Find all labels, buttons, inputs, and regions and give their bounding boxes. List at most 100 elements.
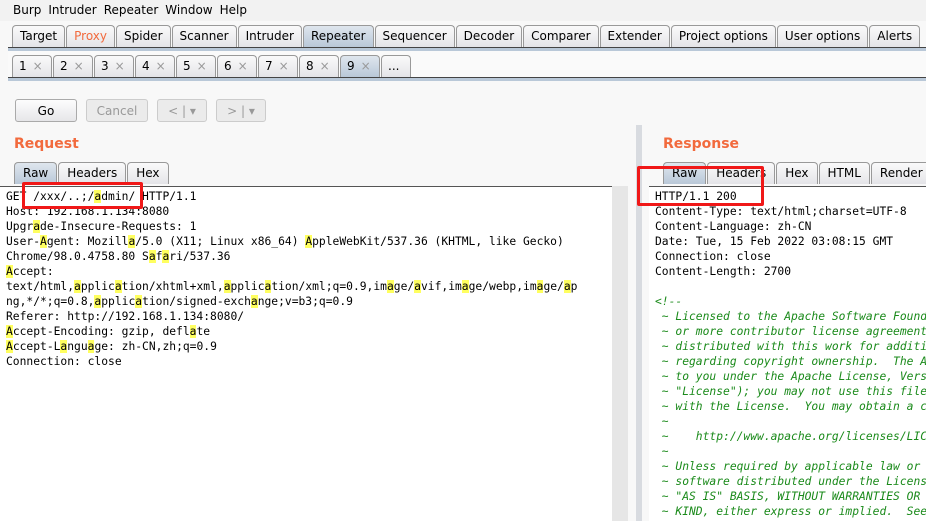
search-highlight: A [40,235,47,248]
request-line: Chrome/98.0.4758.80 Safari/537.36 [6,249,606,264]
repeater-tab-new[interactable]: ... [381,55,411,77]
tab-label: 7 [265,59,273,73]
response-tab-html[interactable]: HTML [818,162,870,184]
request-line: Upgrade-Insecure-Requests: 1 [6,219,606,234]
text-segment: ge/webp,im [468,280,537,293]
text-segment: tion/xml;q=0.9,im [271,280,387,293]
text-segment: ge/ [393,280,415,293]
text-segment: /5.0 (X11; Linux x86_64) [135,235,306,248]
repeater-tab-4[interactable]: 4 × [135,55,175,77]
tab-target[interactable]: Target [12,25,66,47]
response-body-line: ~ KIND, either express or implied. See t… [655,505,926,518]
tab-intruder[interactable]: Intruder [237,25,302,47]
repeater-tabs: 1 × 2 × 3 × 4 × 5 × 6 × 7 × 8 × 9 ×... [12,55,412,77]
response-body-line: ~ http://www.apache.org/licenses/LICE [655,430,926,443]
text-segment: tion/signed-exch [142,295,251,308]
search-highlight: a [223,280,231,293]
repeater-tab-1[interactable]: 1 × [12,55,52,77]
text-segment: Connection: close [6,355,122,368]
repeater-tab-6[interactable]: 6 × [217,55,257,77]
tab-spider[interactable]: Spider [116,25,171,47]
search-highlight: a [414,280,421,293]
search-highlight: A [6,325,13,338]
text-segment: ccept-L [12,340,61,353]
response-body-line: <!-- [655,295,683,308]
text-segment: ngu [67,340,88,353]
tab-label: 3 [101,59,109,73]
tab-alerts[interactable]: Alerts [869,25,921,47]
text-segment: de-Insecure-Requests: 1 [40,220,197,233]
tab-scanner[interactable]: Scanner [171,25,237,47]
repeater-tab-2[interactable]: 2 × [53,55,93,77]
request-tab-raw[interactable]: Raw [14,162,58,184]
text-segment: Referer: http://192.168.1.134:8080/ [6,310,245,323]
text-segment: Chrome/98.0.4758.80 S [6,250,149,263]
repeater-tab-9[interactable]: 9 × [340,55,380,77]
text-segment: ge: zh-CN,zh;q=0.9 [94,340,217,353]
search-highlight: a [33,220,41,233]
cancel-button[interactable]: Cancel [86,99,148,122]
menu-burp[interactable]: Burp [10,0,45,21]
request-view-tabs: Raw Headers Hex [14,162,170,184]
tab-sequencer[interactable]: Sequencer [374,25,455,47]
response-tab-render[interactable]: Render [870,162,926,184]
response-body-line: ~ [655,445,669,458]
response-editor[interactable]: HTTP/1.1 200 Content-Type: text/html;char… [649,186,926,521]
tab-label: 5 [183,59,191,73]
menu-bar: Burp Intruder Repeater Window Help [0,0,926,21]
annotation-box-response-status [637,166,764,206]
tab-label: 6 [224,59,232,73]
repeater-tab-7[interactable]: 7 × [258,55,298,77]
forward-button[interactable]: > | ▾ [216,99,266,122]
text-segment: tion/xhtml+xml, [121,280,224,293]
text-segment: ge/ [543,280,564,293]
repeater-tab-5[interactable]: 5 × [176,55,216,77]
text-segment: p [570,280,578,293]
menu-window[interactable]: Window [162,0,216,21]
text-segment: te [196,325,211,338]
menu-help[interactable]: Help [217,0,251,21]
request-scrollbar[interactable] [612,186,628,521]
menu-repeater[interactable]: Repeater [101,0,163,21]
tab-repeater[interactable]: Repeater [302,25,374,47]
response-body-line: ~ software distributed under the License… [655,475,926,488]
close-icon[interactable]: × [115,59,125,73]
close-icon[interactable]: × [320,59,330,73]
request-line: Connection: close [6,354,606,369]
menu-intruder[interactable]: Intruder [45,0,100,21]
tab-extender[interactable]: Extender [599,25,670,47]
request-line: Accept-Encoding: gzip, deflate [6,324,606,339]
response-body-line: ~ with the License. You may obtain a cop… [661,400,926,413]
tab-comparer[interactable]: Comparer [523,25,599,47]
go-button[interactable]: Go [15,99,77,122]
response-tab-hex[interactable]: Hex [776,162,818,184]
repeater-tab-8[interactable]: 8 × [299,55,339,77]
close-icon[interactable]: × [156,59,166,73]
search-highlight: a [563,280,571,293]
tab-proxy[interactable]: Proxy [66,25,115,47]
tab-decoder[interactable]: Decoder [455,25,523,47]
close-icon[interactable]: × [74,59,84,73]
repeater-tab-3[interactable]: 3 × [94,55,134,77]
text-segment: gent: Mozill [46,235,129,248]
search-highlight: a [386,280,394,293]
request-editor[interactable]: GET /xxx/..;/admin/ HTTP/1.1 Host: 192.16… [0,186,612,521]
tab-user-options[interactable]: User options [776,25,869,47]
back-button[interactable]: < | ▾ [157,99,207,122]
text-segment: pplic [101,295,136,308]
close-icon[interactable]: × [197,59,207,73]
response-header-line: Content-Language: zh-CN [655,220,812,233]
request-tab-headers[interactable]: Headers [58,162,127,184]
request-tab-hex[interactable]: Hex [127,162,169,184]
back-icon: < [168,104,179,118]
response-body-line: ~ "AS IS" BASIS, WITHOUT WARRANTIES OR C… [655,490,926,503]
tab-project-options[interactable]: Project options [670,25,776,47]
request-title: Request [14,136,79,152]
close-icon[interactable]: × [361,59,371,73]
close-icon[interactable]: × [238,59,248,73]
response-header-line: Content-Length: 2700 [655,265,792,278]
search-highlight: a [250,295,258,308]
close-icon[interactable]: × [33,59,43,73]
close-icon[interactable]: × [279,59,289,73]
